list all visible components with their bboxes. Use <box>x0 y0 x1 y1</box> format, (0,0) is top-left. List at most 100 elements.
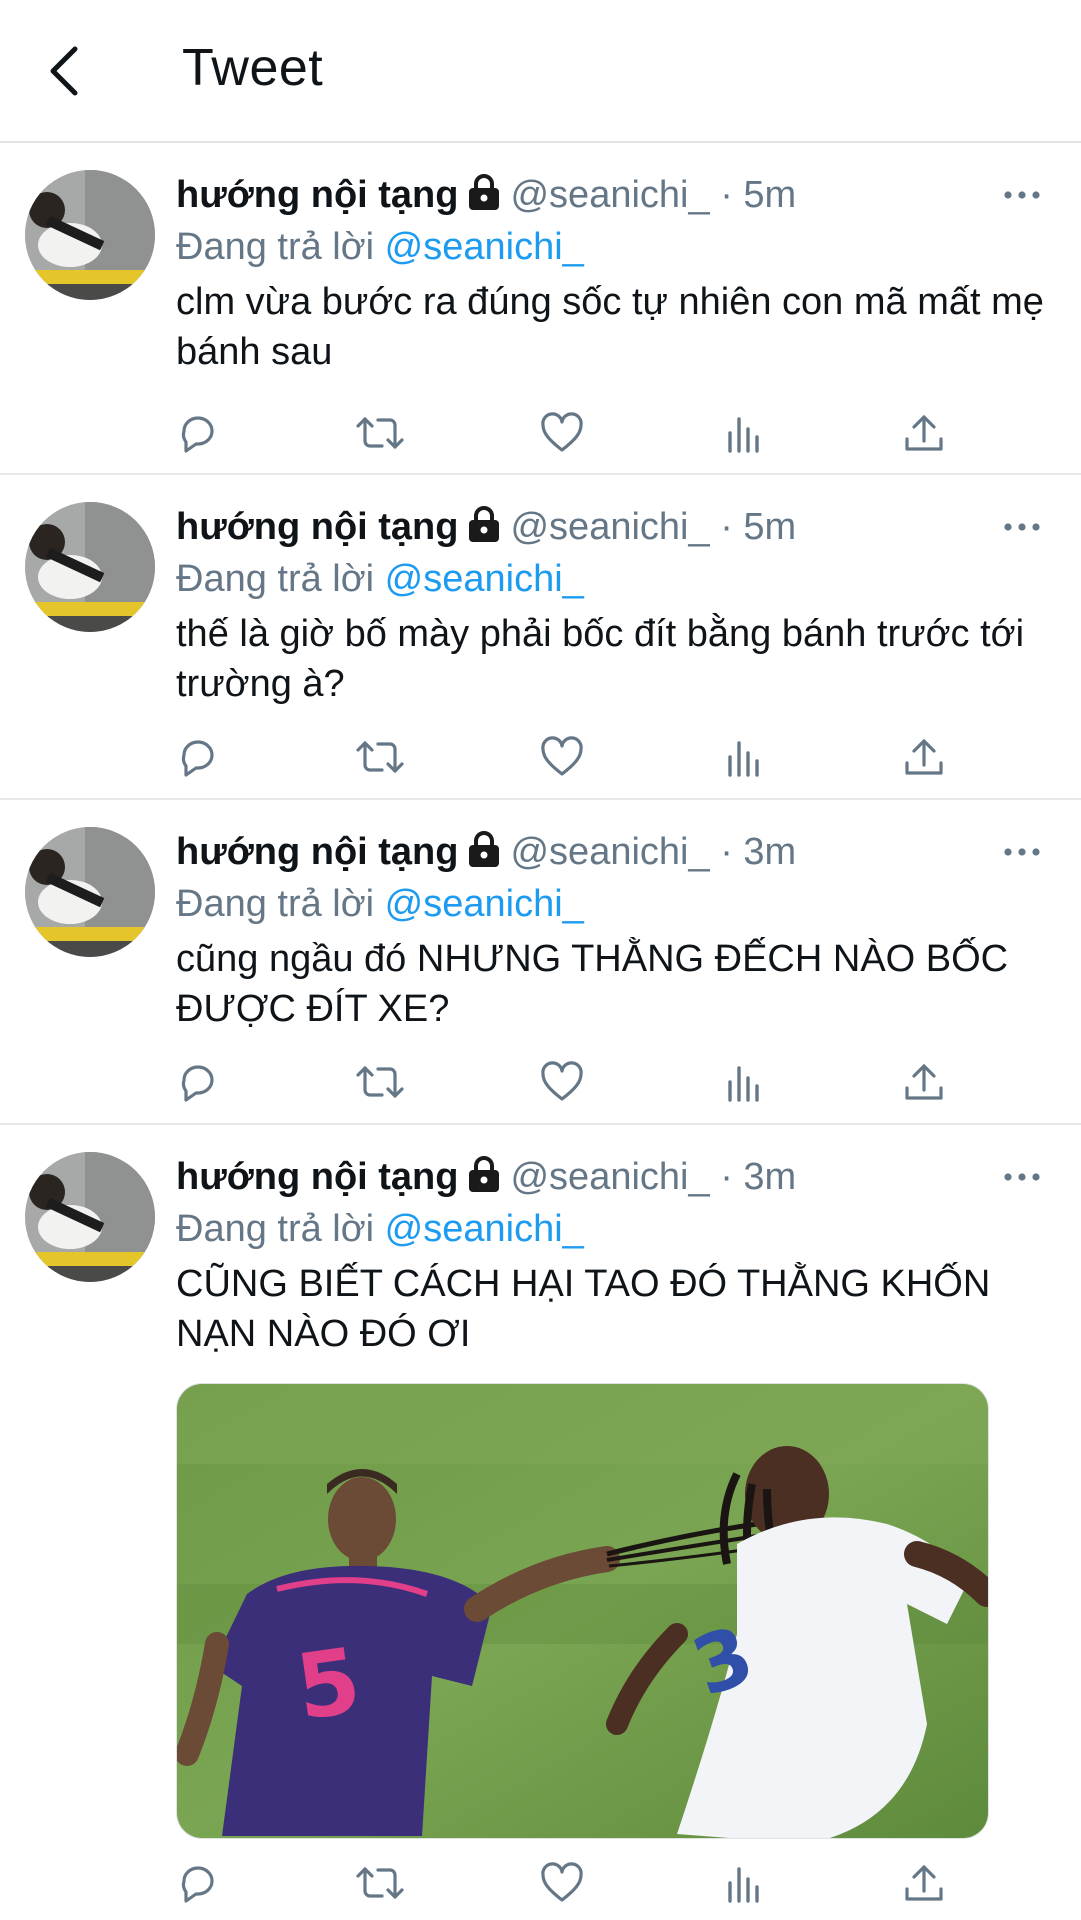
timestamp[interactable]: 3m <box>743 831 796 873</box>
share-button[interactable] <box>896 1855 952 1911</box>
more-options-button[interactable] <box>997 834 1047 870</box>
separator: · <box>720 506 733 548</box>
reply-mention[interactable]: @seanichi_ <box>385 1208 584 1250</box>
back-button[interactable] <box>30 36 100 106</box>
avatar[interactable] <box>25 170 155 300</box>
analytics-icon <box>728 417 759 453</box>
tweet-actions <box>176 1855 976 1911</box>
back-arrow-icon <box>50 46 78 96</box>
lock-icon <box>466 173 502 223</box>
reply-mention[interactable]: @seanichi_ <box>385 226 584 268</box>
share-icon <box>905 739 943 775</box>
tweet-text: thế là giờ bố mày phải bốc đít bằng bánh… <box>176 613 1025 705</box>
more-dots-icon <box>1004 191 1040 199</box>
retweet-icon <box>356 1867 404 1899</box>
user-handle[interactable]: @seanichi_ <box>510 1156 709 1198</box>
more-options-button[interactable] <box>997 177 1047 213</box>
analytics-icon <box>728 741 759 777</box>
reply-button[interactable] <box>170 729 226 785</box>
timestamp[interactable]: 3m <box>743 1156 796 1198</box>
like-button[interactable] <box>534 729 590 785</box>
analytics-button[interactable] <box>716 405 772 461</box>
reply-button[interactable] <box>170 1855 226 1911</box>
reply-context: Đang trả lời @seanichi_ <box>176 555 1057 603</box>
reply-prefix: Đang trả lời <box>176 226 375 268</box>
analytics-icon <box>728 1066 759 1102</box>
retweet-icon <box>356 1066 404 1098</box>
user-handle[interactable]: @seanichi_ <box>510 174 709 216</box>
more-options-button[interactable] <box>997 509 1047 545</box>
tweet-media-image[interactable]: 5 3 <box>176 1383 989 1839</box>
analytics-button[interactable] <box>716 1855 772 1911</box>
reply-mention[interactable]: @seanichi_ <box>385 883 584 925</box>
reply-context: Đang trả lời @seanichi_ <box>176 880 1057 928</box>
avatar[interactable] <box>25 1152 155 1282</box>
reply-prefix: Đang trả lời <box>176 558 375 600</box>
retweet-button[interactable] <box>352 1855 408 1911</box>
reply-button[interactable] <box>170 1054 226 1110</box>
analytics-button[interactable] <box>716 729 772 785</box>
retweet-icon <box>356 417 404 449</box>
avatar[interactable] <box>25 502 155 632</box>
reply-context: Đang trả lời @seanichi_ <box>176 223 1057 271</box>
reply-icon <box>181 1065 214 1102</box>
lock-icon <box>466 1155 502 1205</box>
tweet-item[interactable]: hướng nội tạng @seanichi_ · 3m Đang trả l… <box>0 1125 1081 1920</box>
retweet-button[interactable] <box>352 1054 408 1110</box>
display-name[interactable]: hướng nội tạng <box>176 1156 458 1198</box>
display-name[interactable]: hướng nội tạng <box>176 831 458 873</box>
timestamp[interactable]: 5m <box>743 506 796 548</box>
tweet-item[interactable]: hướng nội tạng @seanichi_ · 3m Đang trả l… <box>0 800 1081 1125</box>
lock-icon <box>466 830 502 880</box>
tweet-item[interactable]: hướng nội tạng @seanichi_ · 5m Đang trả l… <box>0 143 1081 475</box>
display-name[interactable]: hướng nội tạng <box>176 506 458 548</box>
tweet-actions <box>176 1054 976 1110</box>
avatar[interactable] <box>25 827 155 957</box>
user-handle[interactable]: @seanichi_ <box>510 831 709 873</box>
share-button[interactable] <box>896 729 952 785</box>
like-button[interactable] <box>534 1855 590 1911</box>
reply-prefix: Đang trả lời <box>176 883 375 925</box>
like-icon <box>541 1862 583 1902</box>
reply-context: Đang trả lời @seanichi_ <box>176 1205 1057 1253</box>
more-options-button[interactable] <box>997 1159 1047 1195</box>
reply-icon <box>181 416 214 453</box>
user-handle[interactable]: @seanichi_ <box>510 506 709 548</box>
tweet-text: CŨNG BIẾT CÁCH HẠI TAO ĐÓ THẰNG KHỐN NẠN… <box>176 1263 991 1355</box>
separator: · <box>720 1156 733 1198</box>
tweet-text: cũng ngầu đó NHƯNG THẰNG ĐẾCH NÀO BỐC ĐƯ… <box>176 938 1009 1030</box>
timestamp[interactable]: 5m <box>743 174 796 216</box>
like-icon <box>541 412 583 452</box>
reply-prefix: Đang trả lời <box>176 1208 375 1250</box>
tweet-text: clm vừa bước ra đúng sốc tự nhiên con mã… <box>176 281 1044 373</box>
like-icon <box>541 736 583 776</box>
top-bar: Tweet <box>0 0 1081 143</box>
share-button[interactable] <box>896 1054 952 1110</box>
reply-button[interactable] <box>170 405 226 461</box>
page-title: Tweet <box>182 39 324 97</box>
tweet-actions <box>176 405 976 461</box>
reply-icon <box>181 740 214 777</box>
retweet-button[interactable] <box>352 405 408 461</box>
more-dots-icon <box>1004 523 1040 531</box>
retweet-button[interactable] <box>352 729 408 785</box>
tweet-actions <box>176 729 976 785</box>
share-icon <box>905 1865 943 1901</box>
retweet-icon <box>356 741 404 773</box>
separator: · <box>720 831 733 873</box>
like-icon <box>541 1061 583 1101</box>
more-dots-icon <box>1004 848 1040 856</box>
lock-icon <box>466 505 502 555</box>
reply-mention[interactable]: @seanichi_ <box>385 558 584 600</box>
share-button[interactable] <box>896 405 952 461</box>
more-dots-icon <box>1004 1173 1040 1181</box>
analytics-icon <box>728 1867 759 1903</box>
like-button[interactable] <box>534 405 590 461</box>
reply-icon <box>181 1866 214 1903</box>
like-button[interactable] <box>534 1054 590 1110</box>
share-icon <box>905 415 943 451</box>
tweet-item[interactable]: hướng nội tạng @seanichi_ · 5m Đang trả l… <box>0 475 1081 800</box>
separator: · <box>720 174 733 216</box>
display-name[interactable]: hướng nội tạng <box>176 174 458 216</box>
analytics-button[interactable] <box>716 1054 772 1110</box>
